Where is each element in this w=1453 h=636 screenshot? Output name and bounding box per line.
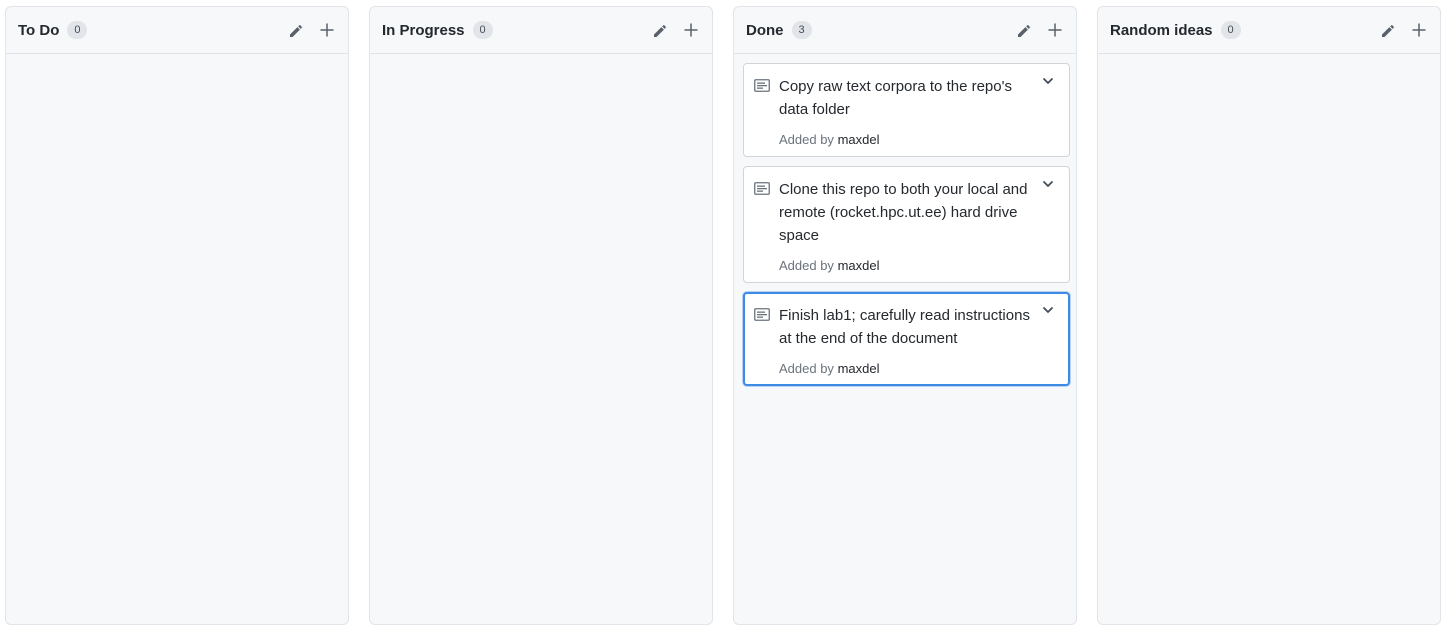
note-card[interactable]: Clone this repo to both your local and r… — [743, 166, 1070, 283]
column-title: Done — [746, 21, 784, 39]
pencil-icon[interactable] — [652, 21, 670, 39]
added-by-label: Added by — [779, 361, 834, 376]
chevron-down-icon[interactable] — [1042, 177, 1054, 195]
plus-icon[interactable] — [1046, 21, 1064, 39]
author-name[interactable]: maxdel — [838, 258, 880, 273]
column-title: To Do — [18, 21, 60, 39]
card-meta: Added by maxdel — [779, 132, 1035, 147]
column-count-badge: 0 — [67, 21, 88, 39]
card-text: Finish lab1; carefully read instructions… — [779, 307, 1030, 347]
column-random-ideas: Random ideas 0 — [1097, 6, 1441, 625]
note-card[interactable]: Finish lab1; carefully read instructions… — [743, 292, 1070, 386]
pencil-icon[interactable] — [1380, 21, 1398, 39]
card-meta: Added by maxdel — [779, 361, 1035, 376]
added-by-label: Added by — [779, 132, 834, 147]
column-count-badge: 0 — [1220, 21, 1241, 39]
card-text: Copy raw text corpora to the repo's data… — [779, 78, 1012, 118]
note-icon — [754, 79, 770, 97]
plus-icon[interactable] — [682, 21, 700, 39]
card-list — [6, 54, 348, 63]
pencil-icon[interactable] — [288, 21, 306, 39]
column-count-badge: 3 — [791, 21, 812, 39]
card-list — [1098, 54, 1440, 63]
column-title: In Progress — [382, 21, 465, 39]
column-header: Random ideas 0 — [1098, 7, 1440, 54]
column-header: Done 3 — [734, 7, 1076, 54]
author-name[interactable]: maxdel — [838, 361, 880, 376]
note-icon — [754, 308, 770, 326]
note-icon — [754, 182, 770, 200]
plus-icon[interactable] — [1410, 21, 1428, 39]
column-header: In Progress 0 — [370, 7, 712, 54]
column-done: Done 3 Copy raw text corpora to the repo… — [733, 6, 1077, 625]
card-list — [370, 54, 712, 63]
column-todo: To Do 0 — [5, 6, 349, 625]
pencil-icon[interactable] — [1016, 21, 1034, 39]
column-title: Random ideas — [1110, 21, 1213, 39]
author-name[interactable]: maxdel — [838, 132, 880, 147]
column-count-badge: 0 — [472, 21, 493, 39]
plus-icon[interactable] — [318, 21, 336, 39]
chevron-down-icon[interactable] — [1042, 74, 1054, 92]
card-text: Clone this repo to both your local and r… — [779, 181, 1028, 244]
card-list: Copy raw text corpora to the repo's data… — [734, 54, 1076, 386]
note-card[interactable]: Copy raw text corpora to the repo's data… — [743, 63, 1070, 157]
added-by-label: Added by — [779, 258, 834, 273]
column-header: To Do 0 — [6, 7, 348, 54]
chevron-down-icon[interactable] — [1042, 303, 1054, 321]
card-meta: Added by maxdel — [779, 258, 1035, 273]
column-in-progress: In Progress 0 — [369, 6, 713, 625]
